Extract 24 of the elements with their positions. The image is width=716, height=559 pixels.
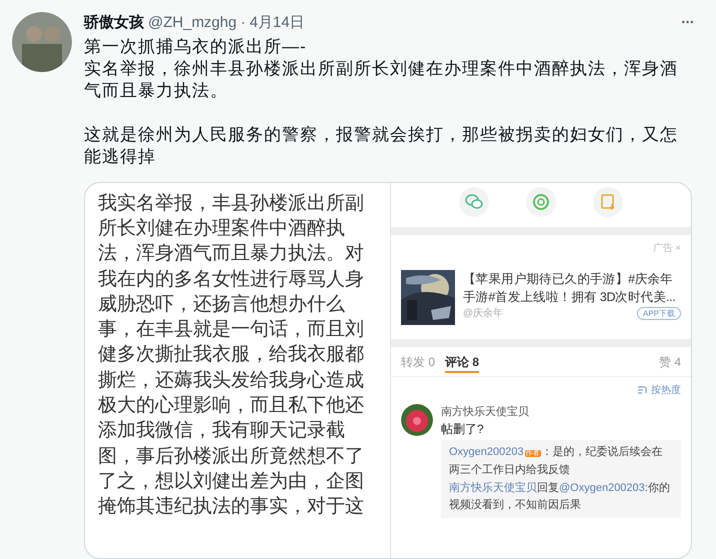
sort-button[interactable]: 按热度 (651, 382, 681, 398)
chat-bubbles-icon[interactable] (459, 186, 489, 217)
avatar[interactable] (12, 12, 72, 72)
author-name[interactable]: 骄傲女孩 (84, 12, 144, 35)
ad-label: 广告 (653, 242, 674, 256)
sort-icon[interactable] (638, 386, 648, 394)
post-date[interactable]: 4月14日 (250, 12, 305, 35)
author-handle[interactable]: @ZH_mzghg (148, 12, 237, 35)
image-download-icon[interactable] (593, 186, 623, 217)
separator: · (240, 13, 246, 34)
reply-text: 南方快乐天使宝贝回复@Oxygen200203:你的视频没看到，不知前因后果 (449, 480, 671, 513)
avatar[interactable] (401, 404, 433, 436)
more-button[interactable]: ··· (681, 12, 694, 35)
post-text: 这就是徐州为人民服务的警察，报警就会挨打，那些被拐卖的妇女们，又怎能逃得掉 (84, 124, 679, 168)
report-text: 我实名举报，丰县孙楼派出所副所长刘健在办理案件中酒醉执法，浑身酒气而且暴力执法。对我在内的多名女性进行辱骂人身威胁恐吓，还扬言他想办什么事，在丰县就是一句话，而且刘健多次撕扯我衣服，给我衣服都撕烂，还薅我头发给我身心造成极大的心理影响，而且私下他还添加我微信，我有聊天记录截图，事后孙楼派出所竟然想不了了之，想以刘健出差为由，企图掩饰其违纪执法的事实，对于这 (98, 192, 365, 520)
ad-source: @庆余年 (463, 306, 504, 321)
aperture-icon[interactable] (526, 186, 556, 217)
commenter-name[interactable]: 南方快乐天使宝贝 (441, 404, 681, 420)
ad-title[interactable]: 【苹果用户期待已久的手游】#庆余年手游#首发上线啦！拥有 3D次时代美... (463, 270, 681, 306)
post-text: 实名举报，徐州丰县孙楼派出所副所长刘健在办理案件中酒醉执法，浑身酒气而且暴力执法。 (84, 58, 679, 102)
comment-tab[interactable]: 评论 8 (445, 349, 480, 374)
comment-text: 帖删了? (441, 420, 485, 438)
post-text: 第一次抓捕乌衣的派出所—- (84, 36, 308, 58)
download-button[interactable]: APP下载 (636, 306, 681, 320)
